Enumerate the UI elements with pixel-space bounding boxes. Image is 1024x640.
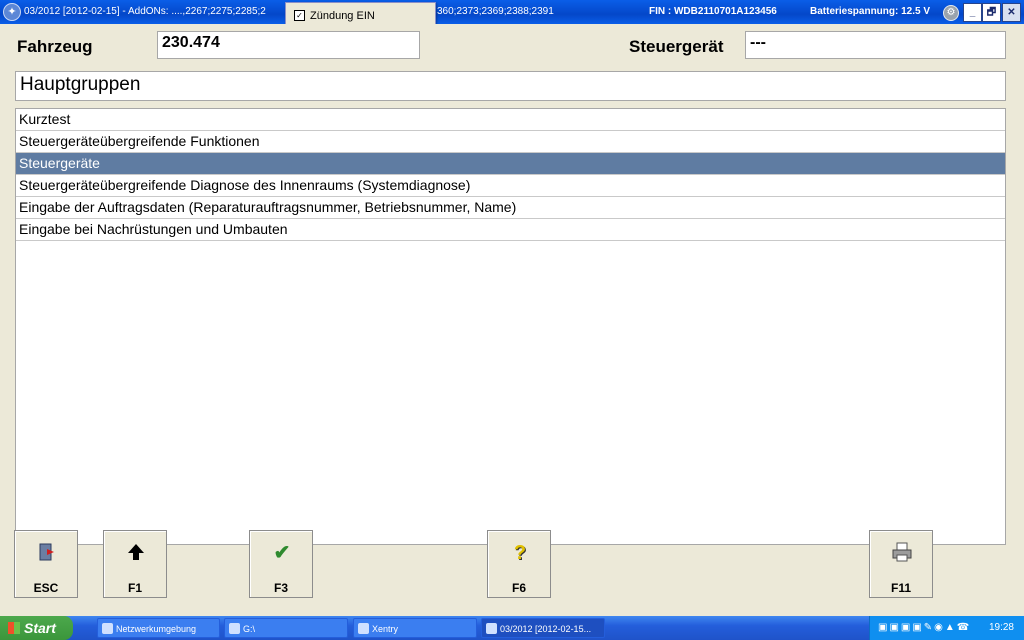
minimize-button[interactable]: _ [963, 3, 982, 22]
f3-key-label: F3 [273, 581, 288, 595]
title-bar: ✦ 03/2012 [2012-02-15] - AddONs: ....,22… [0, 0, 1024, 24]
task-label: 03/2012 [2012-02-15... [500, 624, 592, 634]
battery-voltage-label: Batteriespannung: 12.5 V [810, 6, 931, 17]
task-network[interactable]: Netzwerkumgebung [97, 618, 220, 638]
f1-key-label: F1 [127, 581, 142, 595]
f6-button[interactable]: ? F6 [487, 530, 551, 598]
title-addons-text-continued: 360;2373;2369;2388;2391 [437, 6, 554, 17]
vehicle-field: 230.474 [157, 31, 420, 59]
f1-button[interactable]: F1 [103, 530, 167, 598]
list-item-selected[interactable]: Steuergeräte [16, 153, 1005, 175]
close-button[interactable]: ✕ [1002, 3, 1021, 22]
tray-icons[interactable]: ▣▣▣▣✎◉▲☎ [878, 622, 971, 633]
f3-button[interactable]: ✔ F3 [249, 530, 313, 598]
list-item[interactable]: Eingabe der Auftragsdaten (Reparaturauft… [16, 197, 1005, 219]
task-diagnosis-window[interactable]: 03/2012 [2012-02-15... [481, 618, 605, 638]
printer-icon [888, 541, 916, 565]
list-item[interactable]: Steuergeräteübergreifende Funktionen [16, 131, 1005, 153]
f11-button[interactable]: F11 [869, 530, 933, 598]
xentry-icon [358, 623, 369, 634]
taskbar: Start Netzwerkumgebung G:\ Xentry 03/201… [0, 616, 1024, 640]
exit-door-icon [33, 541, 61, 565]
section-title: Hauptgruppen [15, 71, 1006, 101]
esc-button[interactable]: ESC [14, 530, 78, 598]
vehicle-label: Fahrzeug [17, 37, 93, 56]
gear-icon[interactable]: ⚙ [943, 5, 959, 21]
ecu-field: --- [745, 31, 1006, 59]
task-drive-g[interactable]: G:\ [224, 618, 348, 638]
task-label: Netzwerkumgebung [116, 624, 197, 634]
main-area: Fahrzeug 230.474 Steuergerät --- Hauptgr… [0, 24, 1024, 612]
mercedes-star-icon [486, 623, 497, 634]
esc-key-label: ESC [33, 581, 59, 595]
help-icon: ? [513, 542, 527, 564]
windows-logo-icon [8, 622, 20, 634]
checkmark-icon: ✔ [273, 542, 291, 564]
mercedes-star-icon[interactable]: ✦ [3, 3, 21, 21]
network-icon [102, 623, 113, 634]
task-label: G:\ [243, 624, 256, 634]
list-item[interactable]: Eingabe bei Nachrüstungen und Umbauten [16, 219, 1005, 241]
restore-button[interactable]: 🗗 [982, 3, 1001, 22]
f6-key-label: F6 [511, 581, 526, 595]
list-item[interactable]: Steuergeräteübergreifende Diagnose des I… [16, 175, 1005, 197]
ignition-checkbox[interactable]: ✓ [294, 10, 305, 21]
fin-label: FIN : WDB2110701A123456 [649, 6, 777, 17]
task-xentry[interactable]: Xentry [353, 618, 477, 638]
folder-icon [229, 623, 240, 634]
title-addons-text: 03/2012 [2012-02-15] - AddONs: ....,2267… [24, 6, 266, 17]
f11-key-label: F11 [890, 581, 911, 595]
start-button[interactable]: Start [0, 616, 73, 640]
ignition-label: Zündung EIN [310, 10, 375, 22]
main-group-list: Kurztest Steuergeräteübergreifende Funkt… [15, 108, 1006, 545]
arrow-up-icon [122, 541, 150, 565]
ecu-label: Steuergerät [629, 37, 724, 56]
list-item[interactable]: Kurztest [16, 109, 1005, 131]
system-tray: ▣▣▣▣✎◉▲☎ 19:28 [869, 616, 1024, 640]
clock: 19:28 [988, 622, 1014, 633]
start-label: Start [24, 620, 56, 636]
task-label: Xentry [372, 624, 399, 634]
